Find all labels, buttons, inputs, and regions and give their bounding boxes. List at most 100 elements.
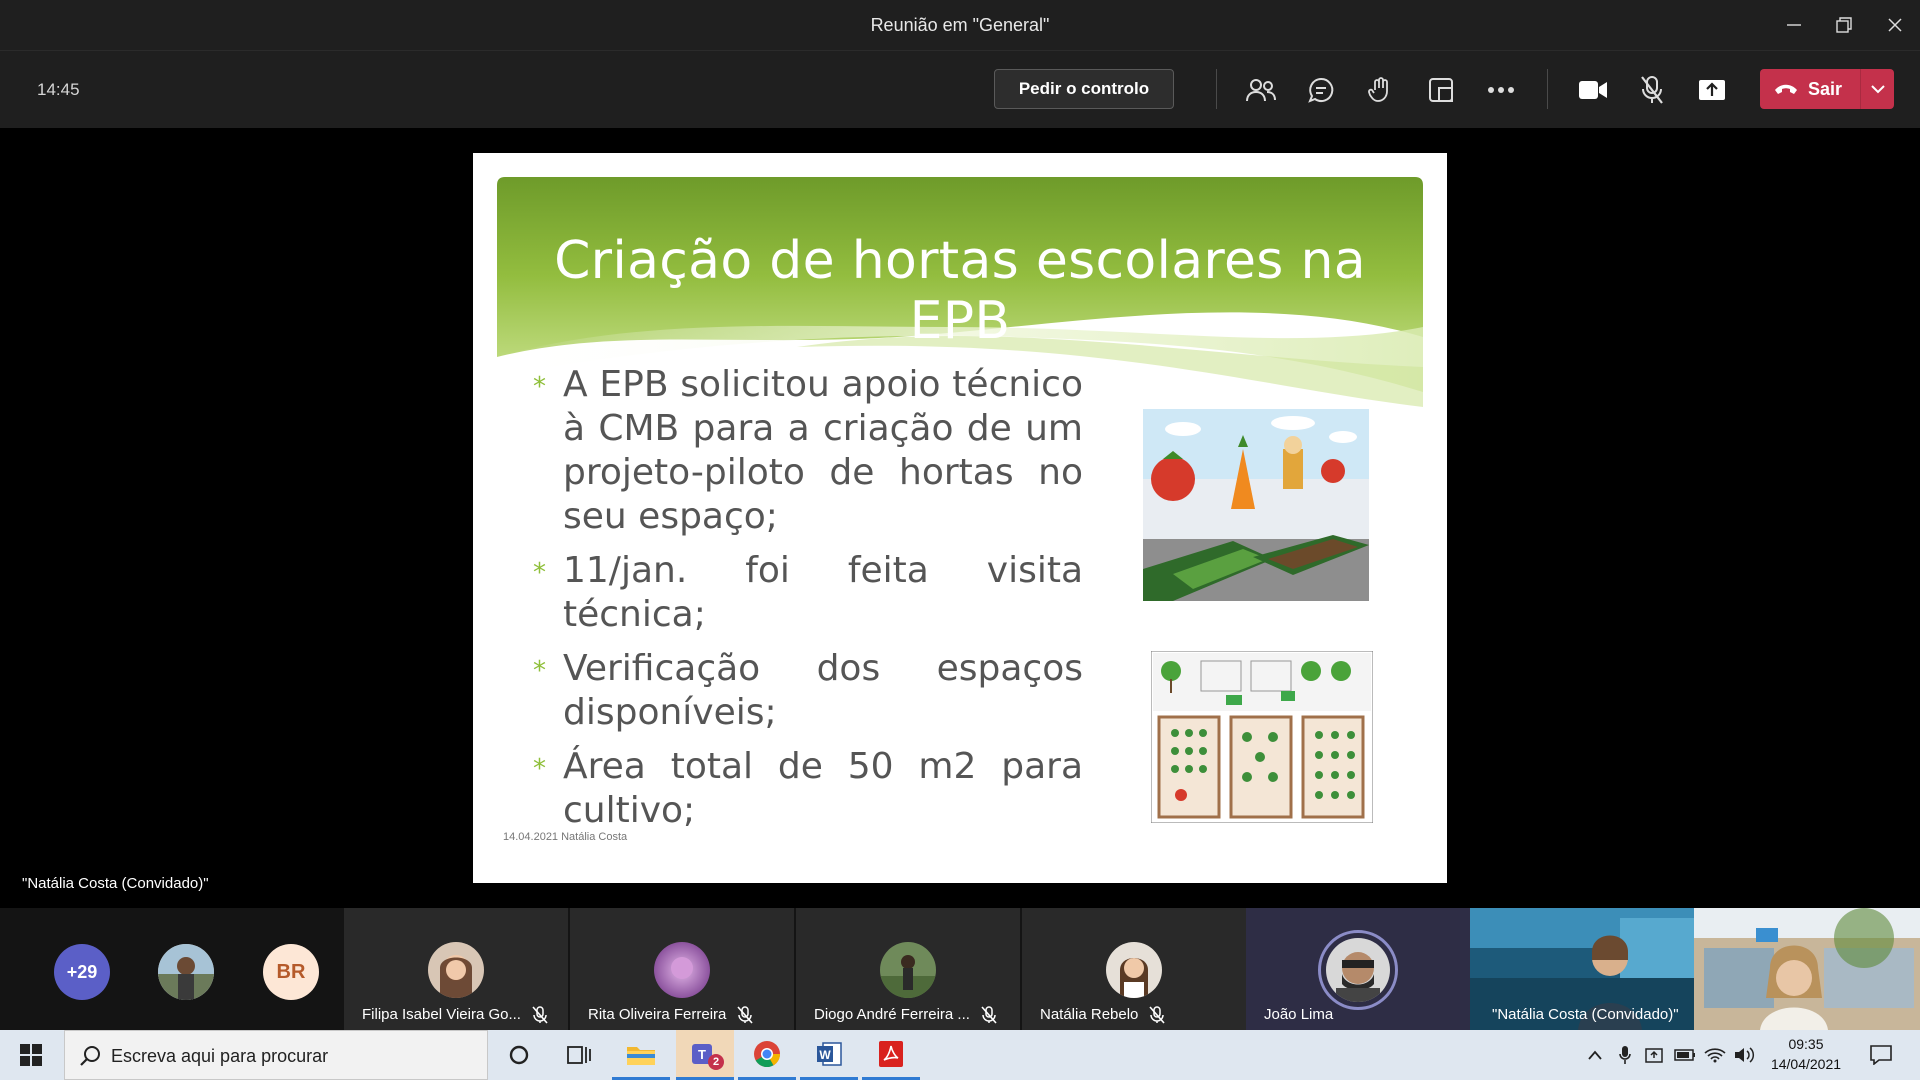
participant-video-tile[interactable]: "Natália Costa (Convidado)" [1470,908,1694,1030]
participants-strip: +29 BR Filipa Isabel Vieira Go... Rita O… [0,908,1920,1030]
participant-tile[interactable]: João Lima [1246,908,1470,1030]
participants-button[interactable] [1242,71,1280,109]
bullet-text: Área total de 50 m2 para cultivo; [563,746,1083,831]
tray-teams-status[interactable] [1644,1044,1666,1066]
participant-photo [158,944,214,1000]
avatar [1326,938,1390,1002]
clock-date: 14/04/2021 [1770,1056,1842,1072]
participant-tile[interactable]: Diogo André Ferreira ... [796,908,1020,1030]
cortana-button[interactable] [490,1030,548,1080]
meeting-duration: 14:45 [37,80,80,99]
participant-name: Diogo André Ferreira ... [814,1006,970,1023]
slide-bullet-list: * A EPB solicitou apoio técnico à CMB par… [533,363,1083,843]
participant-tile[interactable]: Filipa Isabel Vieira Go... [344,908,568,1030]
meeting-toolbar: 14:45 Pedir o controlo Sair [0,50,1920,128]
camera-button[interactable] [1574,71,1612,109]
self-video-feed [1694,908,1920,1030]
camera-icon [1579,81,1607,99]
more-icon [1488,87,1514,93]
os-taskbar: Escreva aqui para procurar T 2 W 09:35 1… [0,1030,1920,1080]
close-window-button[interactable] [1870,0,1920,50]
leave-label: Sair [1808,78,1843,99]
chat-icon [1308,77,1334,103]
cortana-icon [509,1045,529,1065]
notifications-icon [1870,1045,1892,1065]
participant-tile[interactable]: Natália Rebelo [1022,908,1246,1030]
slide-bullet: * Verificação dos espaços disponíveis; [533,647,1083,735]
bullet-marker: * [533,372,546,402]
participant-name: João Lima [1264,1006,1334,1023]
raise-hand-button[interactable] [1362,71,1400,109]
folder-icon [627,1046,655,1065]
taskbar-chrome[interactable] [738,1030,796,1080]
people-icon [1246,79,1276,102]
start-button[interactable] [2,1030,60,1080]
search-icon [80,1046,100,1066]
share-screen-button[interactable] [1693,71,1731,109]
tray-microphone[interactable] [1614,1044,1636,1066]
show-hidden-icons-button[interactable] [1584,1044,1606,1066]
toolbar-divider [1547,69,1548,109]
toolbar-divider [1216,69,1217,109]
word-icon: W [817,1041,842,1066]
taskbar-acrobat[interactable] [862,1030,920,1080]
rooms-button[interactable] [1422,71,1460,109]
taskbar-clock[interactable]: 09:35 14/04/2021 [1764,1034,1848,1074]
svg-text:T: T [698,1047,706,1062]
participant-name: "Natália Costa (Convidado)" [1492,1006,1679,1023]
window-title-bar: Reunião em "General" [0,0,1920,50]
presentation-slide: Criação de hortas escolares na EPB * A EP… [473,153,1447,883]
microphone-icon [1619,1046,1631,1064]
tray-volume[interactable] [1734,1044,1756,1066]
self-video-tile[interactable] [1694,908,1920,1030]
speaker-icon [1735,1047,1755,1063]
slide-footer: 14.04.2021 Natália Costa [503,831,628,843]
garden-plan-drawing [1151,651,1373,823]
taskbar-search-box[interactable]: Escreva aqui para procurar [64,1030,488,1080]
chat-button[interactable] [1302,71,1340,109]
bullet-marker: * [533,558,546,588]
initials-avatar[interactable]: BR [263,944,319,1000]
action-center-button[interactable] [1866,1044,1896,1066]
participant-tile[interactable]: Rita Oliveira Ferreira [570,908,794,1030]
mic-off-icon [981,1006,997,1024]
bullet-text: A EPB solicitou apoio técnico à CMB para… [563,364,1083,537]
avatar [1106,942,1162,998]
slide-bullet: * Área total de 50 m2 para cultivo; [533,745,1083,833]
mic-off-icon [1641,76,1663,104]
chrome-icon [754,1040,781,1067]
taskbar-teams[interactable]: T 2 [676,1030,734,1080]
participant-name: Rita Oliveira Ferreira [588,1006,727,1023]
hang-up-icon [1775,84,1797,94]
battery-icon [1674,1049,1695,1061]
minimize-icon [1787,24,1801,26]
bullet-marker: * [533,656,546,686]
minimize-button[interactable] [1769,0,1819,50]
bullet-text: 11/jan. foi feita visita técnica; [563,550,1083,635]
taskbar-word[interactable]: W [800,1030,858,1080]
request-control-button[interactable]: Pedir o controlo [994,69,1174,109]
restore-button[interactable] [1819,0,1869,50]
slide-title: Criação de hortas escolares na EPB [554,231,1366,351]
slide-bullet: * A EPB solicitou apoio técnico à CMB par… [533,363,1083,539]
microphone-button[interactable] [1633,71,1671,109]
tray-battery[interactable] [1674,1044,1696,1066]
leave-options-button[interactable] [1861,69,1894,109]
mic-off-icon [1149,1006,1165,1024]
close-icon [1888,18,1902,32]
svg-text:W: W [819,1048,831,1062]
task-view-button[interactable] [550,1030,608,1080]
more-options-button[interactable] [1482,71,1520,109]
participant-avatar[interactable] [158,944,214,1000]
participant-name: Filipa Isabel Vieira Go... [362,1006,521,1023]
more-participants-button[interactable]: +29 [54,944,110,1000]
avatar [880,942,936,998]
leave-main[interactable]: Sair [1760,69,1860,109]
mic-off-icon [737,1006,753,1024]
garden-photo [1143,409,1369,601]
tray-wifi[interactable] [1704,1044,1726,1066]
leave-button[interactable]: Sair [1760,69,1894,109]
window-title: Reunião em "General" [870,15,1050,35]
avatar [428,942,484,998]
taskbar-file-explorer[interactable] [612,1030,670,1080]
